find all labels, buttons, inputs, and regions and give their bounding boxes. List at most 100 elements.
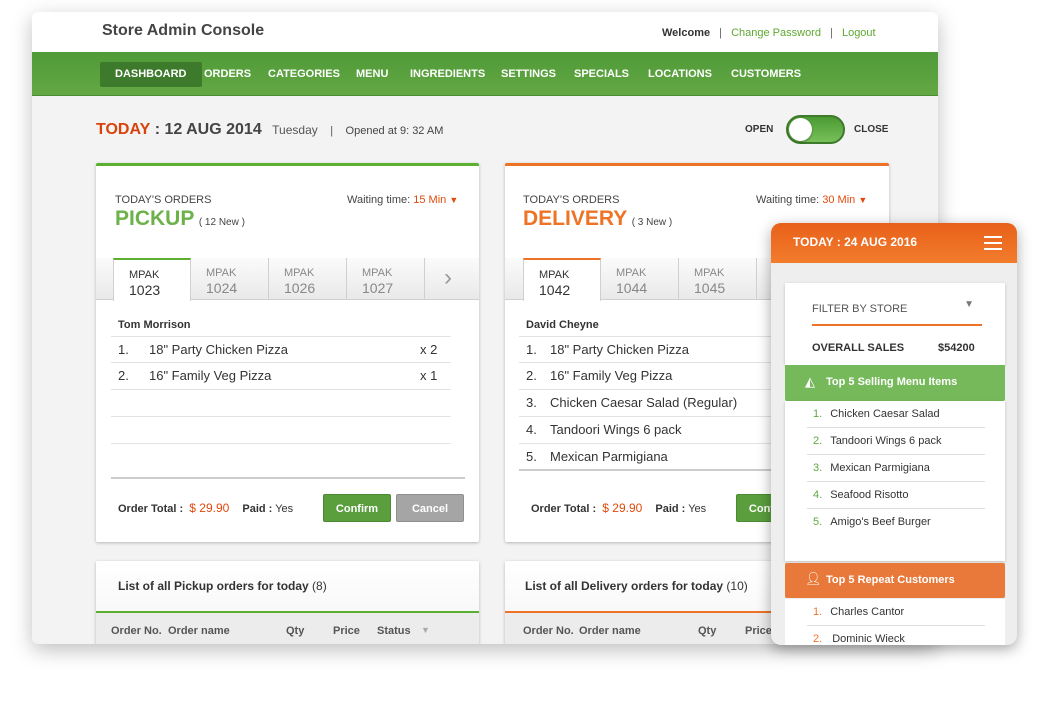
list-item: 1. Charles Cantor	[807, 599, 985, 626]
sales-card: FILTER BY STORE ▼ OVERALL SALES $54200	[785, 283, 1005, 365]
waiting-label: Waiting time:	[347, 194, 411, 206]
open-label: OPEN	[745, 124, 774, 135]
separator: |	[330, 125, 334, 137]
list-item: 2. Dominic Wieck	[813, 633, 905, 645]
order-tab[interactable]: MPAK 1042	[523, 258, 601, 301]
top-customers-list: 1. Charles Cantor 2. Dominic Wieck	[785, 599, 1005, 645]
today-label: TODAY	[96, 121, 151, 138]
col-price[interactable]: Price	[745, 625, 772, 637]
waiting-label: Waiting time:	[756, 194, 820, 206]
top-customers-title: Top 5 Repeat Customers	[826, 574, 955, 586]
mobile-date: TODAY : 24 AUG 2016	[793, 235, 918, 249]
user-icon: 👤︎	[805, 571, 822, 586]
waiting-value: 15 Min	[413, 194, 447, 206]
pickup-title: PICKUP	[115, 207, 195, 230]
opened-time: Opened at 9: 32 AM	[345, 125, 444, 137]
list-item: 1. Chicken Caesar Salad	[807, 401, 985, 428]
waiting-time[interactable]: Waiting time: 15 Min ▼	[347, 194, 458, 206]
nav-ingredients[interactable]: INGREDIENTS	[395, 62, 500, 87]
sales-label: OVERALL SALES	[812, 342, 905, 354]
col-status[interactable]: Status	[377, 625, 411, 637]
empty-row	[111, 417, 451, 444]
customer-name: David Cheyne	[526, 319, 599, 331]
app-title: Store Admin Console	[102, 22, 265, 39]
list-item: 3. Mexican Parmigiana	[807, 455, 985, 482]
list-title: List of all Pickup orders for today	[118, 579, 309, 593]
main-nav: DASHBOARD ORDERS CATEGORIES MENU INGREDI…	[32, 52, 938, 96]
nav-categories[interactable]: CATEGORIES	[253, 62, 355, 87]
new-count: ( 12 New )	[198, 217, 245, 228]
order-tab[interactable]: MPAK 1024	[191, 258, 269, 300]
store-open-toggle[interactable]	[786, 115, 845, 144]
cancel-button[interactable]: Cancel	[396, 494, 464, 522]
store-filter[interactable]: FILTER BY STORE ▼	[812, 299, 982, 326]
caret-down-icon: ▼	[449, 195, 459, 205]
total-label: Order Total :	[118, 503, 184, 515]
caret-down-icon: ▼	[858, 195, 868, 205]
col-order-no[interactable]: Order No.	[111, 625, 162, 637]
nav-locations[interactable]: LOCATIONS	[633, 62, 727, 87]
col-price[interactable]: Price	[333, 625, 360, 637]
nav-customers[interactable]: CUSTOMERS	[716, 62, 816, 87]
welcome-text: Welcome	[662, 27, 711, 39]
new-count: ( 3 New )	[631, 217, 673, 228]
table-header: Order No. Order name Qty Price Status ▼	[96, 611, 479, 644]
order-item: 2. 16" Family Veg Pizza x 1	[111, 363, 451, 390]
confirm-button[interactable]: Confirm	[323, 494, 391, 522]
col-qty[interactable]: Qty	[698, 625, 716, 637]
col-qty[interactable]: Qty	[286, 625, 304, 637]
paid-value: Yes	[688, 503, 707, 515]
top-items-header: ◭ Top 5 Selling Menu Items	[785, 365, 1005, 401]
list-item: 2. Tandoori Wings 6 pack	[807, 428, 985, 455]
order-total: $ 29.90	[602, 501, 643, 515]
sales-value: $54200	[938, 342, 975, 354]
order-tab[interactable]: MPAK 1045	[679, 258, 757, 300]
filter-label: FILTER BY STORE	[812, 303, 908, 315]
logout-link[interactable]: Logout	[842, 27, 876, 39]
nav-specials[interactable]: SPECIALS	[559, 62, 644, 87]
card-caption: TODAY'S ORDERS	[115, 194, 212, 206]
mobile-header: TODAY : 24 AUG 2016	[771, 223, 1017, 263]
header: Store Admin Console Welcome | Change Pas…	[32, 12, 938, 52]
order-tab[interactable]: MPAK 1044	[601, 258, 679, 300]
date-bar: TODAY : 12 AUG 2014 Tuesday | Opened at …	[96, 121, 443, 139]
order-tab[interactable]: MPAK 1026	[269, 258, 347, 300]
chevron-right-icon[interactable]: ›	[444, 264, 452, 292]
change-password-link[interactable]: Change Password	[731, 27, 821, 39]
list-item: 4. Seafood Risotto	[807, 482, 985, 509]
hamburger-menu-icon[interactable]	[984, 236, 1002, 250]
weekday: Tuesday	[272, 123, 318, 137]
today-date: : 12 AUG 2014	[154, 121, 262, 138]
caret-down-icon: ▼	[964, 299, 974, 310]
separator: |	[830, 27, 833, 39]
col-order-no[interactable]: Order No.	[523, 625, 574, 637]
order-tab[interactable]: MPAK 1027	[347, 258, 425, 300]
list-count: (8)	[312, 579, 327, 593]
top-items-list: 1. Chicken Caesar Salad 2. Tandoori Wings …	[785, 401, 1005, 561]
col-order-name[interactable]: Order name	[168, 625, 230, 637]
col-order-name[interactable]: Order name	[579, 625, 641, 637]
pickup-list-panel: List of all Pickup orders for today (8) …	[96, 561, 479, 644]
divider	[111, 477, 465, 479]
caret-down-icon[interactable]: ▼	[421, 625, 430, 635]
mobile-view: TODAY : 24 AUG 2016 FILTER BY STORE ▼ OV…	[771, 223, 1017, 645]
separator: |	[719, 27, 723, 39]
waiting-time[interactable]: Waiting time: 30 Min ▼	[756, 194, 867, 206]
list-title: List of all Delivery orders for today	[525, 579, 724, 593]
top-customers-header: 👤︎ Top 5 Repeat Customers	[785, 563, 1005, 598]
card-caption: TODAY'S ORDERS	[523, 194, 620, 206]
total-label: Order Total :	[531, 503, 597, 515]
order-tab[interactable]: MPAK 1023	[113, 258, 191, 301]
paid-label: Paid :	[242, 503, 273, 515]
order-item: 1. 18" Party Chicken Pizza x 2	[111, 336, 451, 363]
nav-dashboard[interactable]: DASHBOARD	[100, 62, 202, 87]
pickup-card: TODAY'S ORDERS PICKUP ( 12 New ) Waiting…	[96, 163, 479, 542]
empty-row	[111, 390, 451, 417]
top-items-title: Top 5 Selling Menu Items	[826, 376, 958, 388]
list-item: 5. Amigo's Beef Burger	[813, 516, 931, 528]
close-label: CLOSE	[854, 124, 889, 135]
customer-name: Tom Morrison	[118, 319, 191, 331]
toggle-knob	[789, 118, 812, 141]
pizza-slice-icon: ◭	[805, 374, 815, 389]
waiting-value: 30 Min	[822, 194, 856, 206]
